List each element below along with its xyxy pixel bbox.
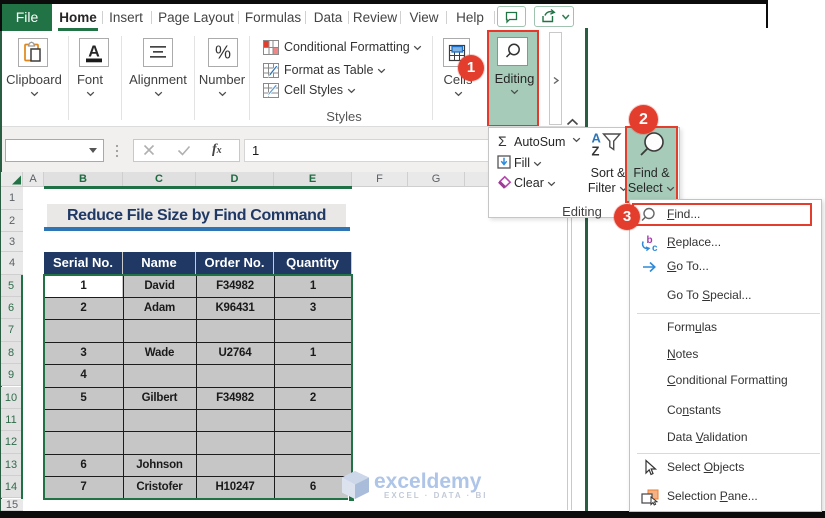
svg-text:A: A (88, 43, 100, 60)
svg-text:Z: Z (592, 144, 600, 158)
svg-text:%: % (215, 42, 231, 62)
svg-text:c: c (652, 243, 658, 252)
